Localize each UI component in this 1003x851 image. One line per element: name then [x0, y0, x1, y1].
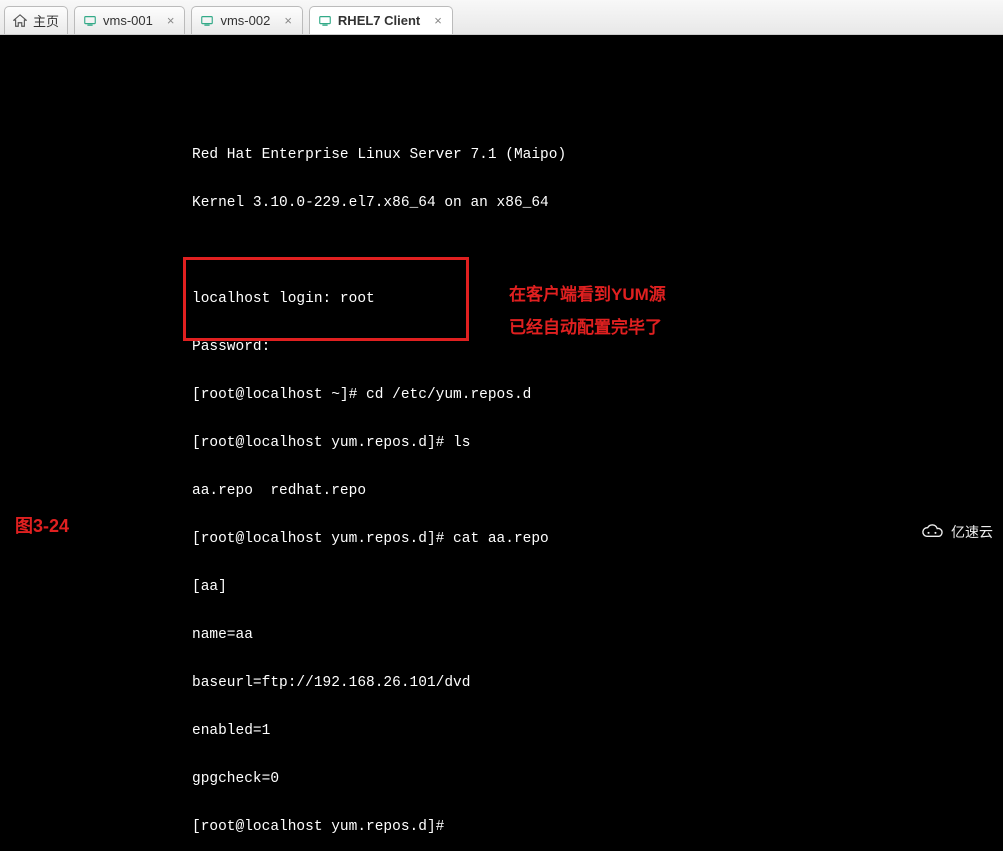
close-icon[interactable]: ×	[282, 13, 294, 28]
terminal-line	[192, 243, 1003, 259]
tab-label: 主页	[33, 11, 59, 30]
terminal[interactable]: Red Hat Enterprise Linux Server 7.1 (Mai…	[0, 35, 1003, 851]
tab-vms-001[interactable]: vms-001 ×	[74, 6, 185, 34]
cloud-icon	[919, 523, 945, 541]
watermark: 亿速云	[919, 522, 993, 542]
tab-vms-002[interactable]: vms-002 ×	[191, 6, 302, 34]
terminal-line: Kernel 3.10.0-229.el7.x86_64 on an x86_6…	[192, 195, 1003, 211]
tab-home[interactable]: 主页	[4, 6, 68, 34]
terminal-line: [root@localhost yum.repos.d]# ls	[192, 435, 1003, 451]
figure-label: 图3-24	[15, 512, 69, 538]
vm-icon	[318, 14, 332, 28]
annotation-line1: 在客户端看到YUM源	[509, 280, 666, 305]
tab-rhel7-client[interactable]: RHEL7 Client ×	[309, 6, 453, 34]
terminal-line: enabled=1	[192, 723, 1003, 739]
terminal-line: [root@localhost yum.repos.d]#	[192, 819, 1003, 835]
vm-icon	[200, 14, 214, 28]
tab-label: vms-002	[220, 13, 270, 28]
tab-label: RHEL7 Client	[338, 13, 420, 28]
home-icon	[13, 14, 27, 28]
terminal-line: aa.repo redhat.repo	[192, 483, 1003, 499]
terminal-line: gpgcheck=0	[192, 771, 1003, 787]
terminal-line: [aa]	[192, 579, 1003, 595]
tab-label: vms-001	[103, 13, 153, 28]
terminal-line: baseurl=ftp://192.168.26.101/dvd	[192, 675, 1003, 691]
close-icon[interactable]: ×	[165, 13, 177, 28]
terminal-line: name=aa	[192, 627, 1003, 643]
terminal-line: Red Hat Enterprise Linux Server 7.1 (Mai…	[192, 147, 1003, 163]
watermark-text: 亿速云	[951, 522, 993, 542]
close-icon[interactable]: ×	[432, 13, 444, 28]
vm-icon	[83, 14, 97, 28]
terminal-line: Password:	[192, 339, 1003, 355]
annotation-line2: 已经自动配置完毕了	[509, 313, 662, 338]
terminal-line: [root@localhost yum.repos.d]# cat aa.rep…	[192, 531, 1003, 547]
terminal-line: [root@localhost ~]# cd /etc/yum.repos.d	[192, 387, 1003, 403]
tab-bar: 主页 vms-001 × vms-002 × RHEL7 Client ×	[0, 0, 1003, 35]
